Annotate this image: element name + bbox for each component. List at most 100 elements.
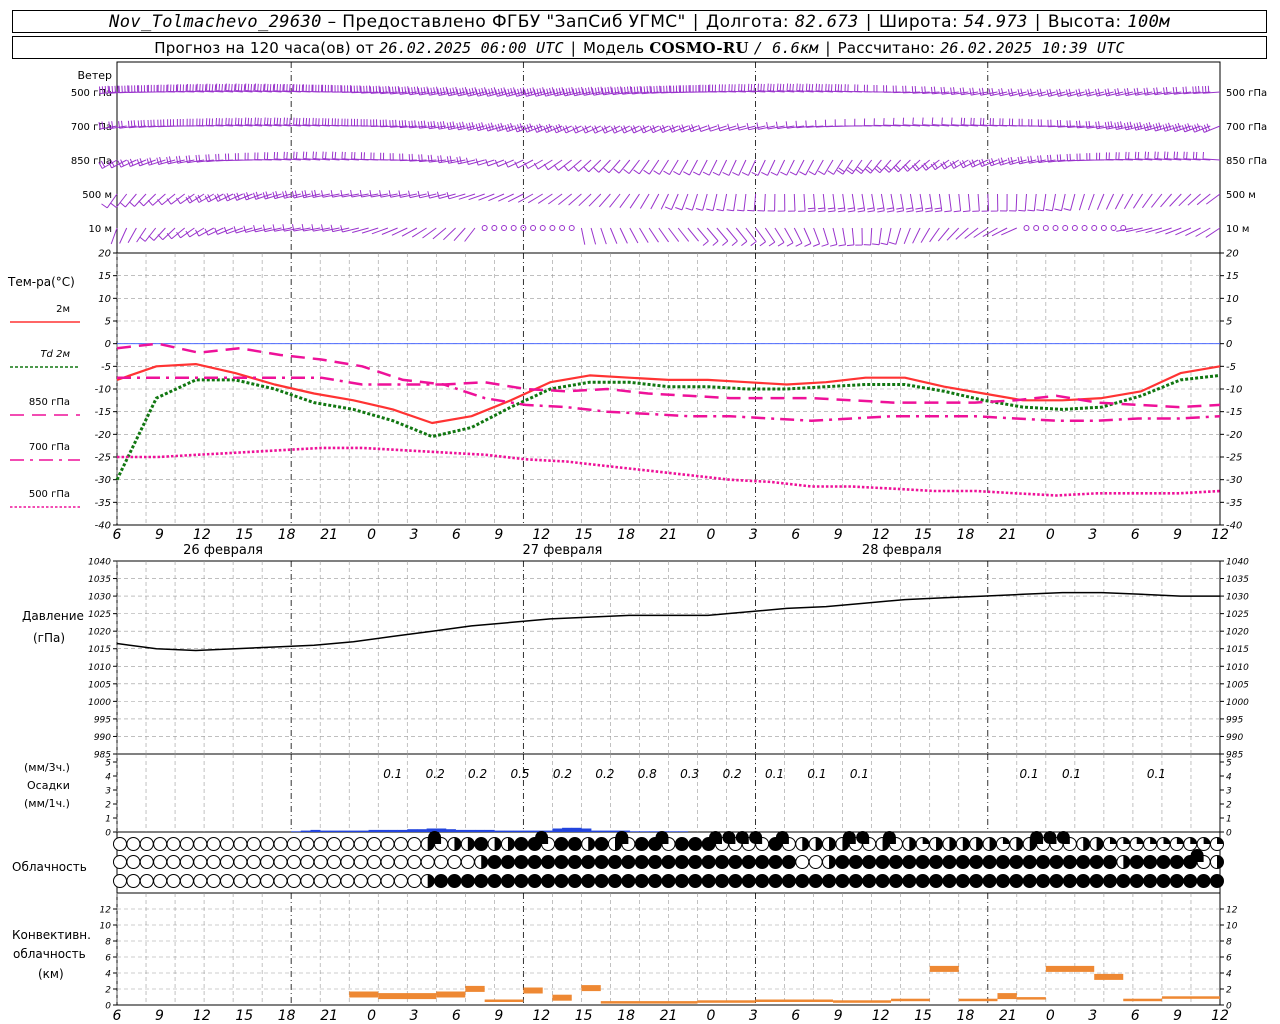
precip-amount-label: 0.1 <box>850 767 869 781</box>
cloud-symbol <box>126 874 141 888</box>
cloud-symbol <box>781 874 796 888</box>
cloud-symbol-fill <box>922 837 930 844</box>
wind-barb <box>110 227 118 245</box>
calm-circle <box>1062 225 1069 231</box>
wind-barbs <box>98 83 1221 247</box>
wind-barb <box>844 119 862 127</box>
wind-barb <box>1160 193 1172 208</box>
cloud-symbol <box>1156 855 1171 869</box>
temp-tick-label-right: -30 <box>1226 475 1242 486</box>
cloud-symbol <box>1102 855 1117 869</box>
wind-level-label-right: 850 гПа <box>1226 156 1267 167</box>
cloud-symbol <box>1076 855 1091 869</box>
cloud-symbol-fill <box>976 837 983 851</box>
cloud-symbol <box>367 874 382 888</box>
x-tick-label-mid: 3 <box>410 527 419 543</box>
convective-bar <box>697 1000 756 1003</box>
cloud-symbol <box>781 855 796 869</box>
cloud-symbol <box>822 874 837 888</box>
pressure-tick-label: 1020 <box>88 628 111 638</box>
temp-tick-label: 15 <box>98 271 111 282</box>
wind-barb <box>735 227 748 246</box>
cloud-symbol <box>915 855 930 869</box>
wind-barb <box>755 227 767 247</box>
cloud-symbol <box>300 855 315 869</box>
x-tick-label-mid: 12 <box>193 527 211 543</box>
cloud-symbol <box>969 855 984 869</box>
cloud-symbol <box>139 874 154 888</box>
wind-barb <box>1141 193 1153 209</box>
wind-barb <box>1087 193 1095 211</box>
cloud-symbol <box>1089 855 1104 869</box>
pressure-tick-label-right: 1025 <box>1226 610 1249 620</box>
cloud-symbol <box>220 855 235 869</box>
cloud-symbol <box>728 874 743 888</box>
pressure-tick-label: 1040 <box>88 558 111 568</box>
cloud-symbol <box>179 874 194 888</box>
wind-barb <box>524 159 543 169</box>
cloud-symbol <box>487 874 502 888</box>
wind-barb <box>1096 193 1105 210</box>
x-tick-label-mid: 18 <box>617 527 635 543</box>
cloud-symbol <box>434 874 449 888</box>
pressure-tick-label-right: 995 <box>1226 715 1243 725</box>
precip-bar <box>562 827 573 832</box>
wind-barb <box>689 84 708 93</box>
precip-bar <box>465 829 476 832</box>
x-tick-label-mid: 6 <box>113 527 122 543</box>
temp-tick-label-right: -10 <box>1226 385 1242 396</box>
cloud-symbol <box>768 874 783 888</box>
cloud-symbol <box>273 874 288 888</box>
wind-barb <box>312 117 330 127</box>
cloud-symbol <box>139 855 154 869</box>
x-tick-label-mid: 21 <box>320 527 338 543</box>
wind-barb <box>784 227 794 247</box>
temp-tick-label-right: 15 <box>1226 271 1239 282</box>
x-tick-label-bottom: 18 <box>617 1008 635 1024</box>
wind-barb <box>658 227 670 243</box>
cloud-symbol <box>955 874 970 888</box>
cloud-symbol-fill <box>815 837 823 851</box>
cloud-symbol <box>955 855 970 869</box>
wind-barb <box>1096 152 1114 161</box>
calm-circle <box>1052 225 1059 231</box>
wind-barb <box>687 227 699 242</box>
cloud-symbol-fill <box>1176 837 1184 844</box>
wind-barb <box>244 152 263 161</box>
wind-barb <box>639 227 649 243</box>
convective-bar <box>997 993 1017 1000</box>
convective-bar <box>755 999 833 1002</box>
cloud-symbol <box>848 874 863 888</box>
cloud-symbol <box>982 855 997 869</box>
convective-bar <box>600 1001 698 1004</box>
temp-tick-label-right: -15 <box>1226 407 1242 418</box>
x-tick-label-mid: 21 <box>660 527 678 543</box>
cloud-symbol <box>220 874 235 888</box>
cloud-symbol <box>206 855 221 869</box>
precip-bar <box>378 829 389 832</box>
cloud-symbol <box>286 874 301 888</box>
cloud-symbol-fill <box>1203 837 1211 844</box>
cloud-symbol-fill <box>454 837 461 851</box>
wind-barb <box>991 227 1008 237</box>
cloud-symbol <box>982 874 997 888</box>
x-tick-label-mid: 3 <box>1088 527 1097 543</box>
cloud-symbol <box>313 874 328 888</box>
temp-tick-label: -20 <box>95 430 111 441</box>
cloud-symbol <box>648 874 663 888</box>
wind-barb <box>670 85 688 94</box>
precip-amount-label: 0.1 <box>807 767 826 781</box>
cloud-symbol <box>1102 874 1117 888</box>
cloud-symbol <box>407 837 422 851</box>
wind-barb <box>588 193 602 207</box>
wind-barb <box>623 159 640 174</box>
pressure-tick-label-right: 1030 <box>1226 593 1249 603</box>
convective-bar <box>378 993 437 1000</box>
cloud-symbol <box>220 837 235 851</box>
precip-amount-label: 0.2 <box>553 767 572 781</box>
wind-barb <box>915 193 924 213</box>
wind-barb <box>578 193 592 207</box>
cloud-symbol-fill <box>1136 837 1144 844</box>
precip-amount-label: 0.1 <box>1020 767 1039 781</box>
wind-barb <box>1123 193 1134 209</box>
